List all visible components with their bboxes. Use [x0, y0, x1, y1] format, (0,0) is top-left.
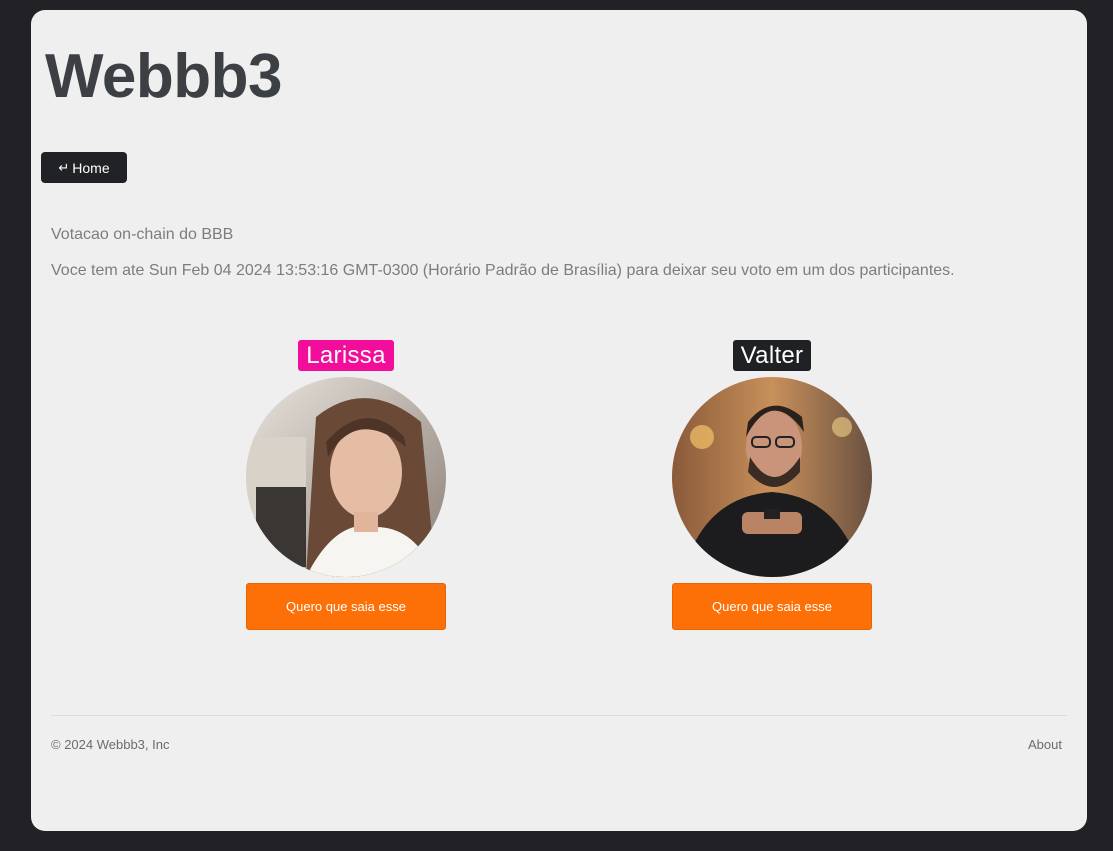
- participant-card-valter: Valter Quero que saia esse: [672, 340, 872, 630]
- participant-photo: [246, 377, 446, 577]
- home-button-label: Home: [72, 159, 110, 176]
- page-card: Webbb3 ↵ Home Votacao on-chain do BBB Vo…: [31, 10, 1087, 831]
- page-subtitle: Votacao on-chain do BBB: [51, 226, 234, 243]
- participant-photo: [672, 377, 872, 577]
- footer-divider: [51, 715, 1067, 716]
- voting-deadline: Voce tem ate Sun Feb 04 2024 13:53:16 GM…: [51, 262, 955, 279]
- participant-card-larissa: Larissa Quero que saia esse: [246, 340, 446, 630]
- site-title: Webbb3: [45, 42, 282, 111]
- return-arrow-icon: ↵: [58, 160, 70, 175]
- about-link[interactable]: About: [1028, 737, 1062, 752]
- home-button[interactable]: ↵ Home: [41, 152, 127, 183]
- vote-button-valter[interactable]: Quero que saia esse: [672, 583, 872, 630]
- participant-name-badge: Valter: [732, 340, 812, 371]
- vote-button-larissa[interactable]: Quero que saia esse: [246, 583, 446, 630]
- participant-name-badge: Larissa: [298, 340, 394, 371]
- footer-copyright: © 2024 Webbb3, Inc: [51, 737, 170, 752]
